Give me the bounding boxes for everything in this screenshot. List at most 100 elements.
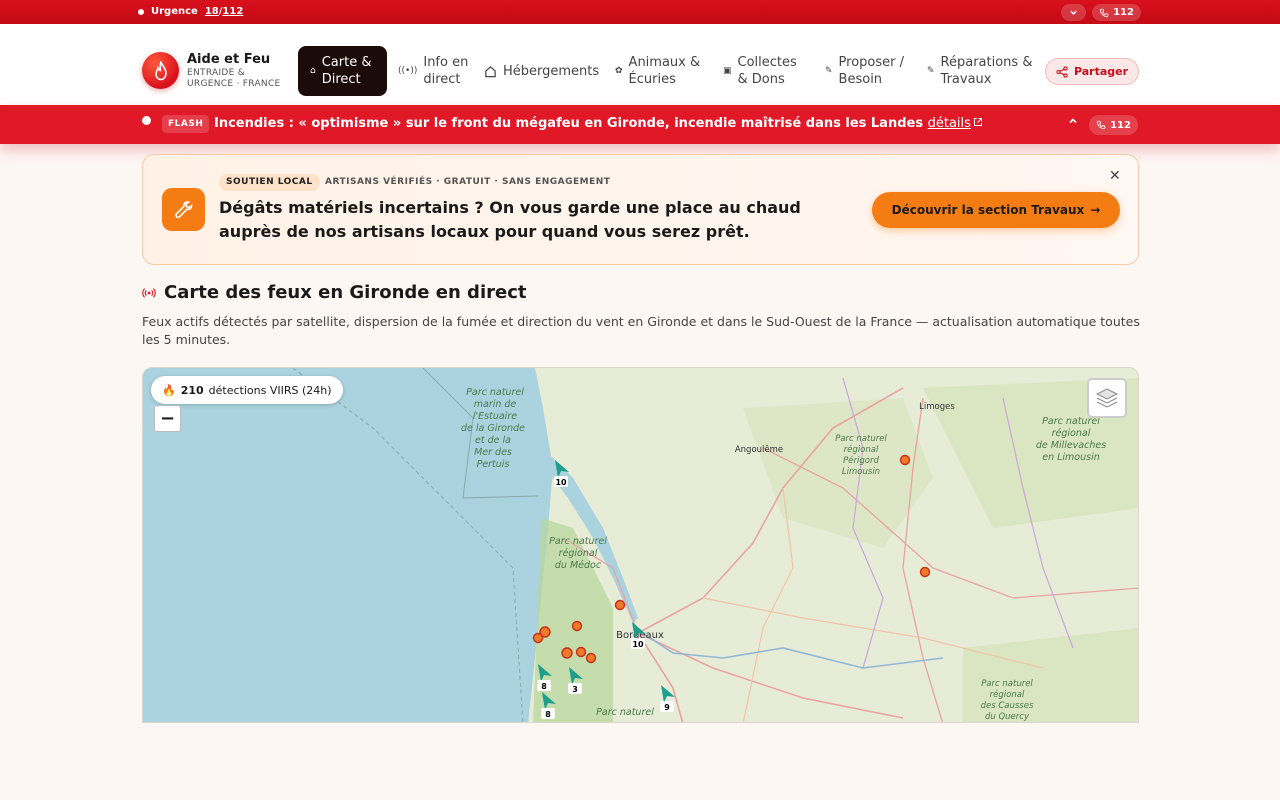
svg-text:10: 10 [632,640,644,649]
svg-text:de Millevaches: de Millevaches [1036,440,1106,451]
city-angouleme: Angoulême [735,444,783,455]
paw-icon: ✿ [615,65,623,76]
svg-text:Parc naturel: Parc naturel [981,679,1033,689]
flash-text: Incendies : « optimisme » sur le front d… [214,116,924,131]
svg-text:en Limousin: en Limousin [1042,452,1100,463]
call-18-link[interactable]: 18 [205,6,219,17]
radio-icon: ((•)) [398,65,418,76]
chevron-up-icon[interactable] [1068,116,1078,129]
svg-text:Parc naturel: Parc naturel [835,434,887,444]
emergency-bar: Urgence 18/112 112 [0,0,1280,24]
promo-headline: Dégâts matériels incertains ? On vous ga… [219,198,801,241]
flash-call-112-button[interactable]: 112 [1089,115,1138,135]
brand[interactable]: Aide et Feu ENTRAIDE & URGENCE · FRANCE [187,52,281,90]
svg-text:9: 9 [664,703,670,712]
wrench-icon: ✎ [927,65,935,76]
share-button[interactable]: Partager [1045,58,1139,85]
svg-text:Pertuis: Pertuis [477,459,510,470]
nav-reparations[interactable]: ✎ Réparations & Travaux [927,46,1032,96]
svg-text:et de la: et de la [475,435,511,446]
nav-info-direct[interactable]: ((•)) Info en direct [398,46,468,96]
share-label: Partager [1073,65,1129,78]
svg-text:des Causses: des Causses [981,701,1034,711]
discover-travaux-button[interactable]: Découvrir la section Travaux → [872,192,1120,228]
promo-meta: ARTISANS VÉRIFIÉS · GRATUIT · SANS ENGAG… [325,177,611,187]
phone-icon [1099,8,1109,17]
layers-icon [1095,388,1119,408]
label-causses-park: Parc naturel régional des Causses du Que… [981,679,1034,722]
zoom-out-button[interactable]: − [154,405,181,432]
nav-proposer[interactable]: ✎ Proposer / Besoin [825,46,904,96]
svg-text:de la Gironde: de la Gironde [461,423,525,434]
nav-carte-direct[interactable]: ⌂ Carte & Direct [298,46,387,96]
fire-marker [561,647,573,659]
svg-text:régional: régional [844,444,879,455]
svg-text:Périgord: Périgord [843,455,879,466]
nav-label: Travaux [940,72,992,87]
nav-label: Proposer / [838,55,905,70]
label-millevaches-park: Parc naturel régional de Millevaches en … [1036,416,1106,463]
layers-button[interactable] [1087,378,1127,418]
svg-text:8: 8 [541,682,547,691]
box-icon: ▣ [723,65,732,76]
svg-text:l'Estuaire: l'Estuaire [473,411,517,422]
nav-label: Écuries [628,72,676,87]
details-label: détails [927,116,971,131]
wrench-icon [162,188,205,231]
label-landes-park: Parc naturel [596,707,654,718]
section-description: Feux actifs détectés par satellite, disp… [142,314,1140,347]
fire-map[interactable]: Parc naturel marin de l'Estuaire de la G… [142,367,1139,723]
promo-badge: SOUTIEN LOCAL [219,174,320,191]
map-canvas: Parc naturel marin de l'Estuaire de la G… [143,368,1138,722]
section-title-text: Carte des feux en Gironde en direct [164,282,527,303]
nav-label: direct [423,72,461,87]
brand-subtitle-1: ENTRAIDE & [187,68,246,78]
nav-label: Hébergements [503,63,600,79]
phone-icon [1096,120,1106,130]
home-icon [485,65,496,77]
brand-title: Aide et Feu [187,52,271,67]
svg-text:régional: régional [559,548,598,559]
map-pin-icon: ⌂ [310,65,316,76]
svg-text:Parc naturel: Parc naturel [549,536,607,547]
cta-label: Découvrir la section Travaux [891,203,1085,217]
fire-marker [575,646,587,658]
svg-text:Parc naturel: Parc naturel [466,387,524,398]
nav-label: Carte & [321,55,372,70]
flash-details-link[interactable]: détails [928,116,983,131]
fire-marker [571,620,583,632]
flash-tag: FLASH [162,115,210,133]
flash-news-bar: FLASH Incendies : « optimisme » sur le f… [0,105,1280,144]
fire-marker [899,454,911,466]
nav-label: Réparations & [940,55,1033,70]
close-icon[interactable]: ✕ [1109,168,1121,184]
svg-text:10: 10 [555,478,567,487]
detections-badge: 🔥 210 détections VIIRS (24h) [151,376,343,404]
fire-marker [585,652,597,664]
svg-text:marin de: marin de [474,399,517,410]
svg-text:régional: régional [990,689,1025,700]
call-112-button[interactable]: 112 [1092,4,1141,21]
detections-count: 210 [180,383,204,397]
flame-logo-icon[interactable] [142,52,179,89]
nav-collectes[interactable]: ▣ Collectes & Dons [723,46,797,96]
fire-marker [532,632,544,644]
handshake-icon: ✎ [825,65,833,76]
promo-card: SOUTIEN LOCAL ARTISANS VÉRIFIÉS · GRATUI… [142,154,1139,265]
nav-animaux[interactable]: ✿ Animaux & Écuries [615,46,700,96]
svg-text:8: 8 [545,710,551,719]
collapse-bar-button[interactable] [1061,4,1086,21]
nav-label: Animaux & [628,55,701,70]
phone-number: 112 [1110,119,1131,131]
svg-text:Mer des: Mer des [474,447,512,458]
site-header: Aide et Feu ENTRAIDE & URGENCE · FRANCE … [0,24,1280,105]
broadcast-icon [142,287,156,298]
fire-icon: 🔥 [162,383,176,397]
nav-label: Direct [321,72,361,87]
nav-hebergements[interactable]: Hébergements [484,46,599,96]
city-limoges: Limoges [919,402,955,412]
call-112-link[interactable]: 112 [222,6,243,17]
share-icon [1056,65,1068,78]
nav-label: Info en [423,55,469,70]
fire-marker [919,566,931,578]
